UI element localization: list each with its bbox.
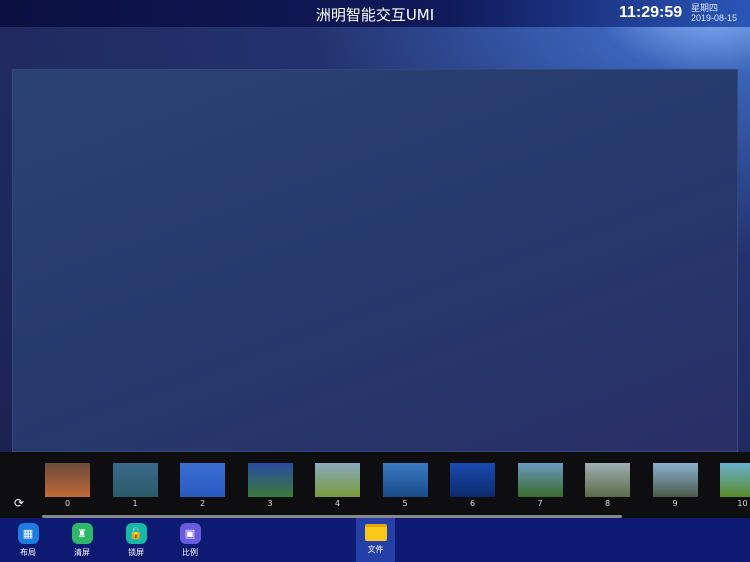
thumbnail-label: 1 (132, 499, 138, 508)
ratio-icon: ▣ (179, 523, 201, 544)
header-bar: 洲明智能交互UMI 11:29:59 星期四 2019-08-15 (0, 0, 750, 27)
toolbar-label: 锁屏 (128, 548, 144, 557)
thumbnail[interactable] (517, 463, 563, 497)
broom-icon: ♜ (71, 523, 93, 544)
folder-icon (364, 524, 387, 541)
thumbnail-label: 10 (737, 499, 748, 508)
thumbnail-label: 4 (334, 499, 341, 508)
toolbar-button[interactable]: ▦ 布局 (8, 523, 48, 558)
thumbnail-label: 0 (64, 499, 71, 508)
layout-icon: ▦ (17, 523, 39, 544)
thumbnail[interactable] (45, 463, 90, 497)
thumbnail-strip: ⟳ 0 1 2 3 4 5 6 7 8 9 10 (0, 452, 750, 518)
thumbnail-label: 5 (402, 499, 408, 508)
toolbar-button[interactable]: 🔓 锁屏 (116, 523, 156, 558)
thumbnail[interactable] (247, 463, 293, 497)
thumbnail[interactable] (315, 463, 360, 497)
thumbnail[interactable] (720, 463, 750, 497)
refresh-icon[interactable]: ⟳ (14, 496, 24, 510)
date: 2019-08-15 (691, 13, 738, 23)
weekday: 星期四 (691, 3, 719, 13)
thumbnail[interactable] (652, 463, 698, 497)
thumbnail[interactable] (112, 463, 158, 497)
toolbar-label: 布局 (20, 548, 36, 557)
file-button[interactable]: 文件 (356, 518, 395, 562)
thumbnail-label: 9 (672, 499, 678, 508)
clock-date: 星期四 2019-08-15 (691, 3, 737, 23)
bottom-toolbar: ▦ 布局 ♜ 清屏 🔓 锁屏 ▣ 比例 文件 (0, 518, 750, 562)
thumbnail[interactable] (382, 463, 428, 497)
thumbnail[interactable] (180, 463, 225, 497)
thumbnail[interactable] (585, 463, 630, 497)
thumbnail[interactable] (450, 463, 495, 497)
display-canvas[interactable] (12, 69, 738, 452)
toolbar-label: 比例 (182, 548, 198, 557)
thumbnail-label: 6 (469, 499, 476, 508)
toolbar-button[interactable]: ♜ 清屏 (62, 523, 102, 558)
toolbar-label: 清屏 (74, 548, 90, 557)
thumbnail-label: 3 (267, 499, 273, 508)
toolbar-button[interactable]: ▣ 比例 (170, 523, 210, 558)
thumbnail-label: 2 (199, 499, 206, 508)
file-label: 文件 (367, 545, 384, 554)
thumbnail-label: 8 (604, 499, 611, 508)
clock-time: 11:29:59 (619, 4, 683, 21)
unlock-icon: 🔓 (125, 523, 147, 544)
thumbnail-label: 7 (537, 499, 543, 508)
